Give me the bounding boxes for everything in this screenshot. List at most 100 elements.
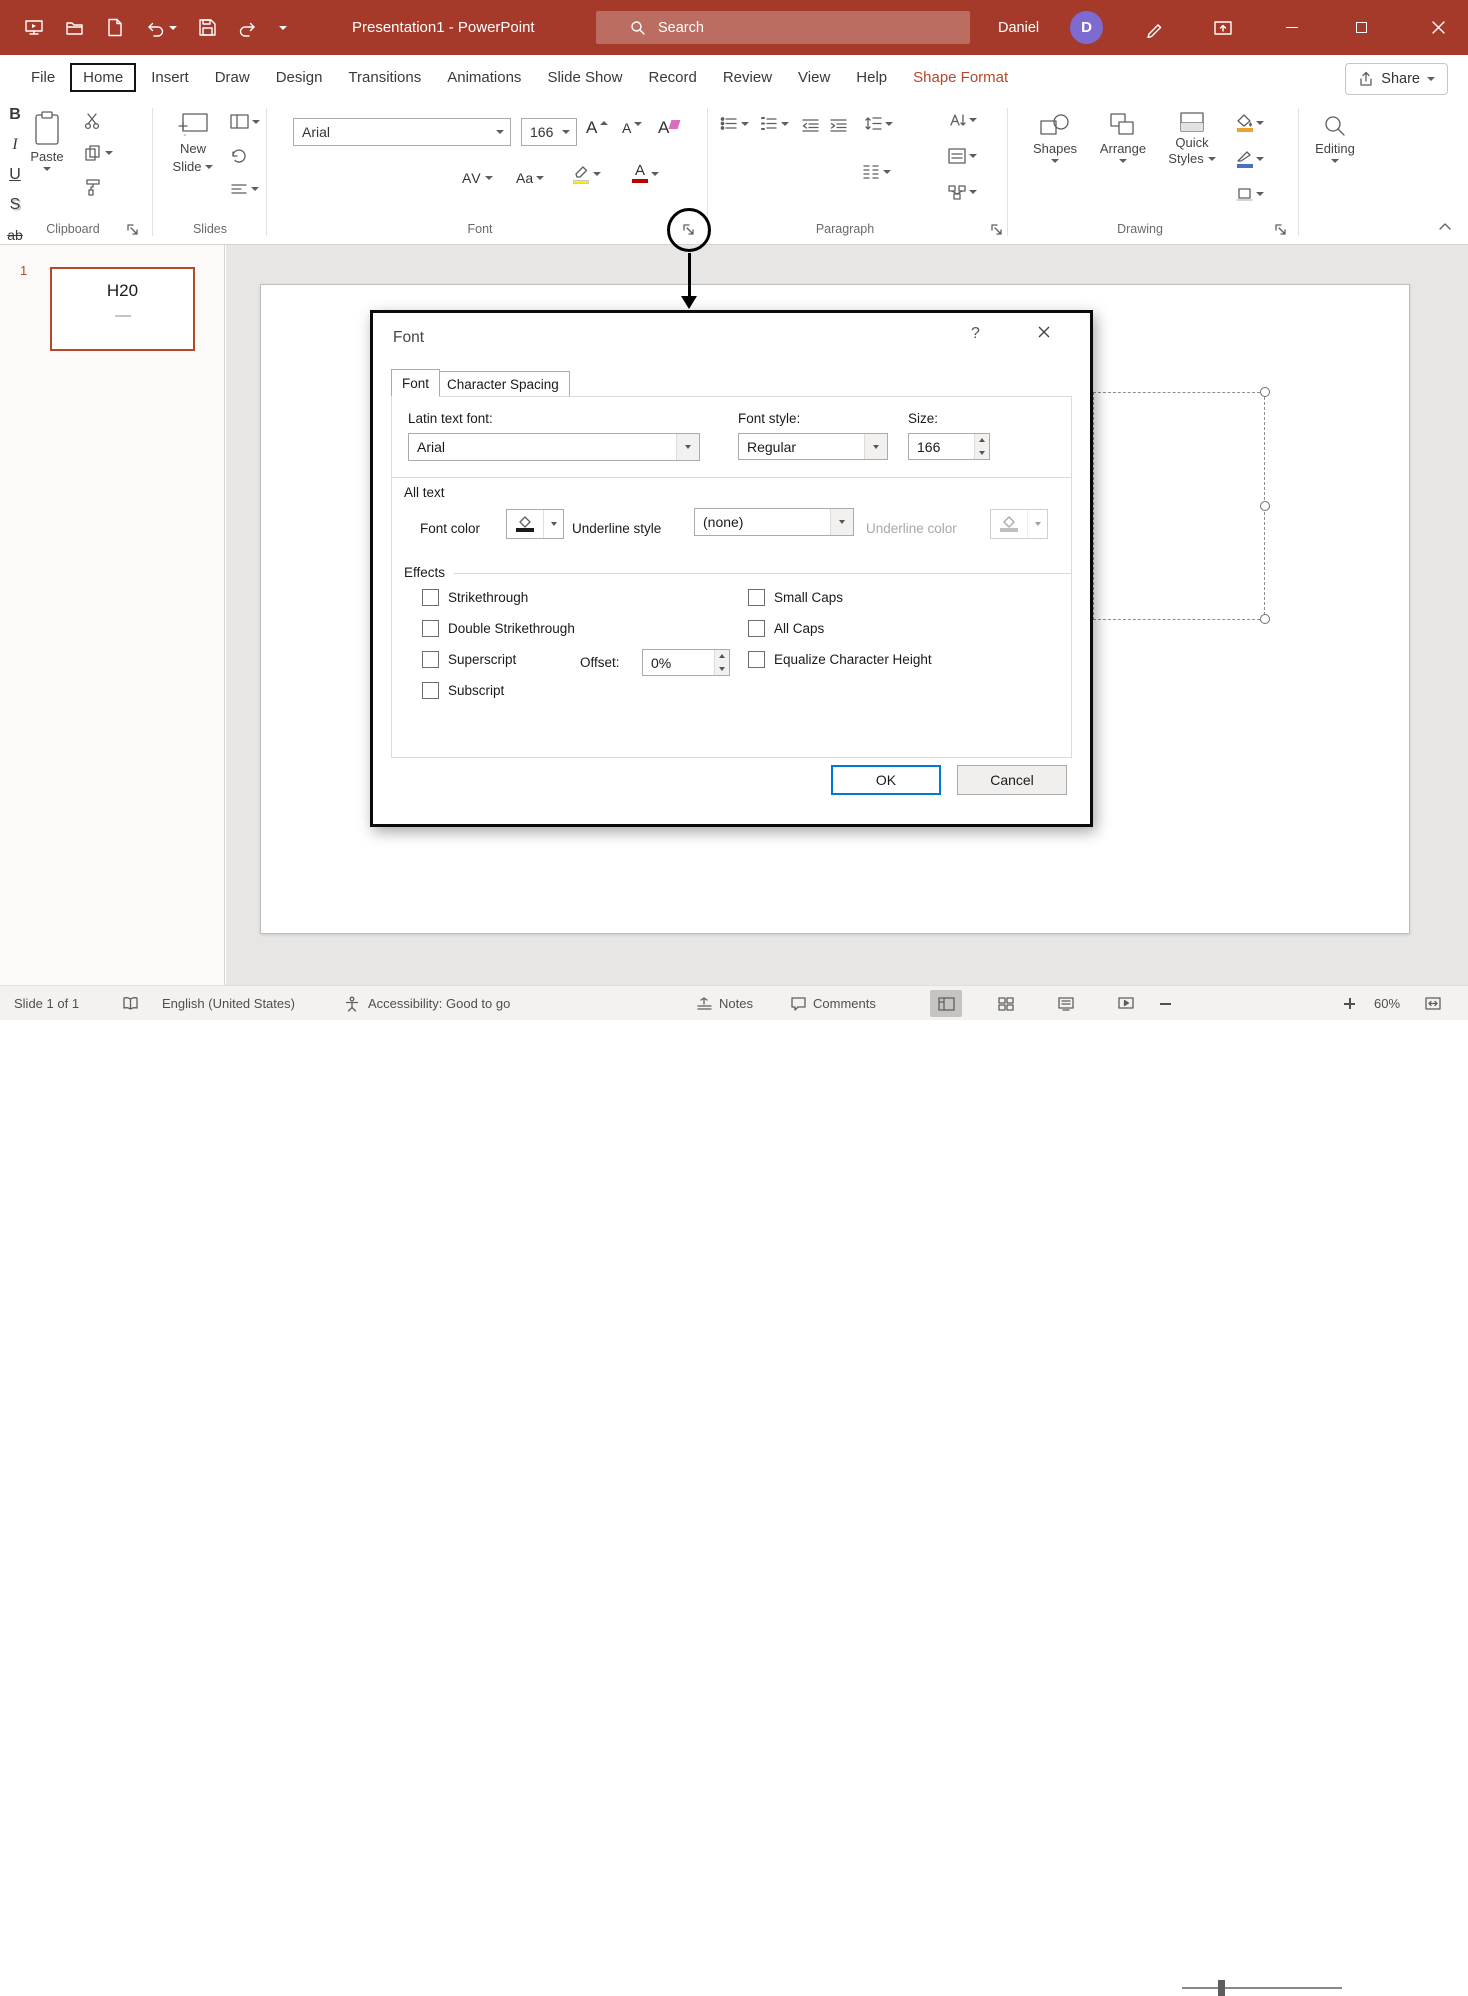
- tab-record[interactable]: Record: [635, 63, 709, 92]
- copy-button[interactable]: [84, 144, 113, 162]
- share-button[interactable]: Share: [1345, 63, 1448, 95]
- accessibility-status[interactable]: Accessibility: Good to go: [368, 986, 510, 1021]
- checkbox-all-caps[interactable]: [748, 620, 765, 637]
- font-style-select[interactable]: Regular: [738, 433, 888, 460]
- avatar[interactable]: D: [1070, 11, 1103, 44]
- shrink-font-button[interactable]: A: [622, 120, 642, 136]
- font-color-picker[interactable]: [506, 509, 564, 539]
- checkbox-superscript[interactable]: [422, 651, 439, 668]
- underline-style-select[interactable]: (none): [694, 508, 854, 536]
- format-painter-button[interactable]: [84, 178, 102, 196]
- bullets-button[interactable]: [720, 116, 749, 131]
- underline-style-dropdown-icon[interactable]: [830, 509, 853, 535]
- tab-transitions[interactable]: Transitions: [335, 63, 434, 92]
- text-shadow-button[interactable]: S: [0, 190, 30, 220]
- increase-indent-button[interactable]: [830, 118, 847, 132]
- close-button[interactable]: [1408, 0, 1468, 55]
- font-style-dropdown-icon[interactable]: [864, 434, 887, 459]
- checkbox-equalize-character-height[interactable]: [748, 651, 765, 668]
- undo-dropdown-icon[interactable]: [169, 26, 177, 30]
- ink-pen-icon[interactable]: [1132, 0, 1178, 55]
- checkbox-small-caps[interactable]: [748, 589, 765, 606]
- text-highlight-button[interactable]: [572, 164, 601, 184]
- cut-button[interactable]: [84, 112, 102, 130]
- zoom-slider[interactable]: [1182, 1987, 1342, 1989]
- tab-view[interactable]: View: [785, 63, 843, 92]
- slide-layout-button[interactable]: [230, 114, 260, 129]
- start-slideshow-icon[interactable]: [24, 19, 44, 37]
- tab-file[interactable]: File: [18, 63, 68, 92]
- slide-thumbnail[interactable]: H20: [50, 267, 195, 351]
- tab-shape-format[interactable]: Shape Format: [900, 63, 1021, 92]
- checkbox-double-strikethrough[interactable]: [422, 620, 439, 637]
- undo-button[interactable]: [145, 19, 177, 37]
- font-color-button[interactable]: A: [632, 164, 659, 183]
- ok-button[interactable]: OK: [831, 765, 941, 795]
- offset-input[interactable]: 0%: [642, 649, 730, 676]
- drawing-dialog-launcher[interactable]: [1274, 223, 1288, 237]
- text-direction-button[interactable]: [948, 112, 977, 128]
- font-color-dropdown-icon[interactable]: [543, 510, 563, 538]
- zoom-in-button[interactable]: [1344, 986, 1355, 1021]
- new-file-icon[interactable]: [106, 18, 124, 37]
- comments-button[interactable]: Comments: [790, 986, 876, 1021]
- size-up-icon[interactable]: [975, 434, 989, 447]
- offset-up-icon[interactable]: [715, 650, 729, 663]
- tab-draw[interactable]: Draw: [202, 63, 263, 92]
- numbering-button[interactable]: [760, 116, 789, 131]
- dialog-close-button[interactable]: [1037, 325, 1051, 342]
- columns-button[interactable]: [862, 164, 891, 179]
- view-slideshow-button[interactable]: [1110, 990, 1142, 1017]
- font-size-combobox[interactable]: 166: [521, 118, 577, 146]
- align-text-button[interactable]: [948, 148, 977, 164]
- section-button[interactable]: [230, 182, 259, 196]
- save-button[interactable]: [198, 18, 217, 37]
- tab-design[interactable]: Design: [263, 63, 336, 92]
- reset-slide-button[interactable]: [230, 148, 248, 164]
- clipboard-dialog-launcher[interactable]: [126, 223, 140, 237]
- fit-slide-to-window-button[interactable]: [1424, 986, 1442, 1021]
- zoom-out-button[interactable]: [1160, 986, 1171, 1021]
- shape-effects-button[interactable]: [1236, 186, 1264, 201]
- checkbox-strikethrough[interactable]: [422, 589, 439, 606]
- notes-button[interactable]: Notes: [696, 986, 753, 1021]
- ribbon-display-options-button[interactable]: [1200, 0, 1246, 55]
- proofing-icon[interactable]: [122, 986, 139, 1021]
- open-icon[interactable]: [65, 19, 85, 37]
- line-spacing-button[interactable]: [864, 116, 893, 131]
- grow-font-button[interactable]: A: [586, 118, 608, 138]
- text-placeholder[interactable]: [1093, 392, 1265, 620]
- collapse-ribbon-button[interactable]: [1438, 222, 1452, 231]
- editing-button[interactable]: Editing: [1306, 114, 1364, 163]
- tab-font-page[interactable]: Font: [391, 369, 440, 397]
- tab-review[interactable]: Review: [710, 63, 785, 92]
- paste-button[interactable]: Paste: [22, 110, 72, 171]
- arrange-button[interactable]: Arrange: [1092, 112, 1154, 163]
- font-name-dropdown-icon[interactable]: [490, 119, 510, 145]
- tab-help[interactable]: Help: [843, 63, 900, 92]
- convert-to-smartart-button[interactable]: [948, 184, 977, 200]
- latin-font-dropdown-icon[interactable]: [676, 434, 699, 460]
- tab-home[interactable]: Home: [70, 63, 136, 92]
- shapes-button[interactable]: Shapes: [1026, 112, 1084, 163]
- character-spacing-button[interactable]: AV: [462, 170, 493, 186]
- font-name-combobox[interactable]: Arial: [293, 118, 511, 146]
- view-reading-button[interactable]: [1050, 990, 1082, 1017]
- zoom-slider-thumb[interactable]: [1218, 1980, 1225, 1996]
- selection-handle[interactable]: [1260, 501, 1270, 511]
- selection-handle[interactable]: [1260, 614, 1270, 624]
- maximize-button[interactable]: [1338, 0, 1385, 55]
- selection-handle[interactable]: [1260, 387, 1270, 397]
- tab-animations[interactable]: Animations: [434, 63, 534, 92]
- slide-indicator[interactable]: Slide 1 of 1: [14, 986, 79, 1021]
- language-status[interactable]: English (United States): [162, 986, 295, 1021]
- latin-font-select[interactable]: Arial: [408, 433, 700, 461]
- shape-outline-button[interactable]: [1236, 150, 1264, 168]
- zoom-level[interactable]: 60%: [1374, 986, 1400, 1021]
- redo-button[interactable]: [238, 19, 258, 37]
- view-slide-sorter-button[interactable]: [990, 990, 1022, 1017]
- tab-slide-show[interactable]: Slide Show: [534, 63, 635, 92]
- checkbox-subscript[interactable]: [422, 682, 439, 699]
- new-slide-button[interactable]: New Slide: [164, 110, 222, 174]
- customize-qat-icon[interactable]: [279, 26, 287, 30]
